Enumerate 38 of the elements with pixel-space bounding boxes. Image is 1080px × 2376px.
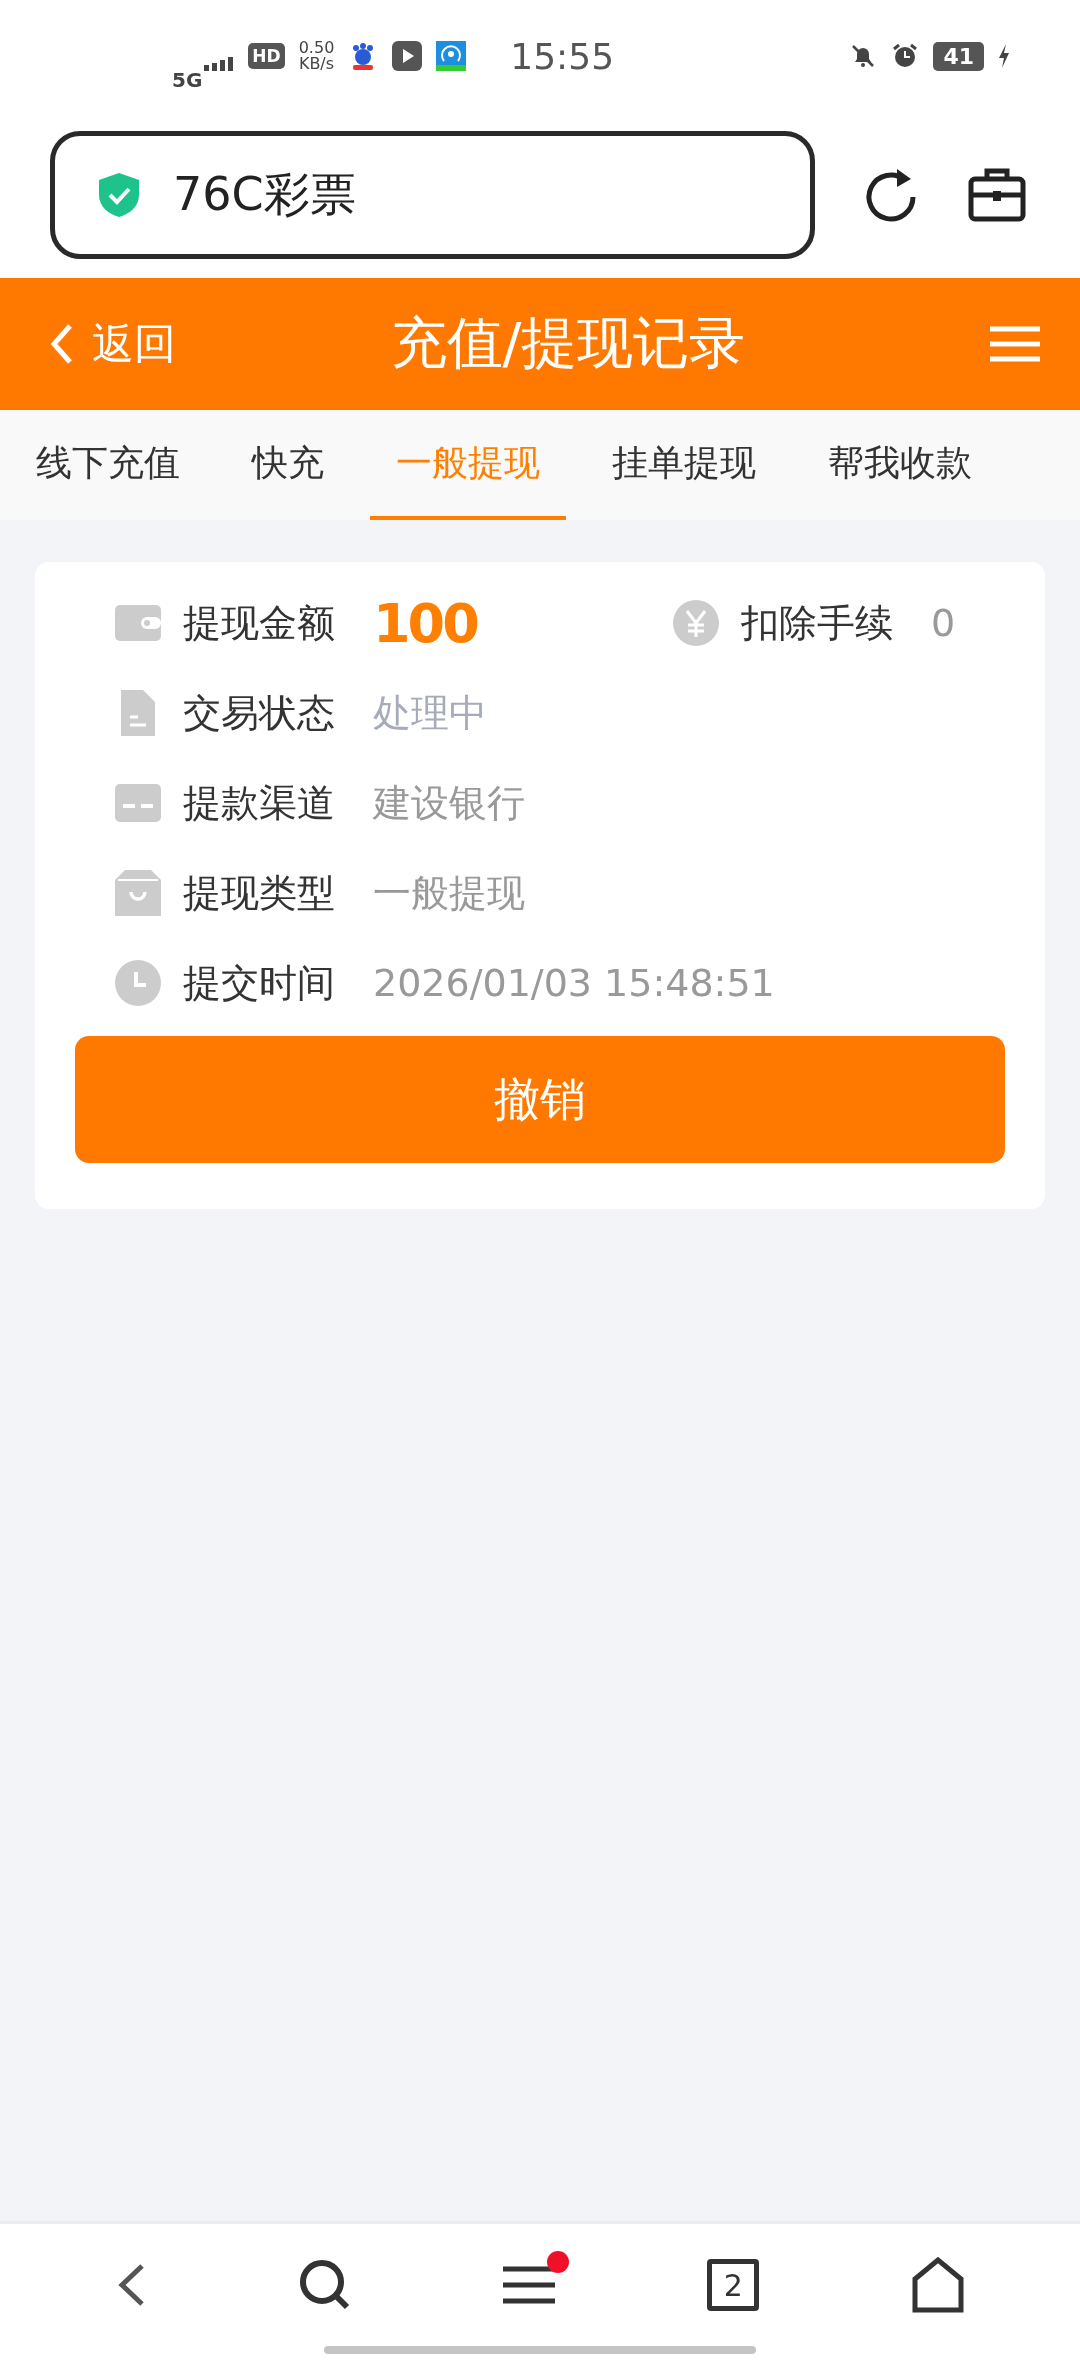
tab[interactable]: 线下充值 <box>10 410 206 520</box>
field-label: 提交时间 <box>183 959 336 1007</box>
field-value: 一般提现 <box>373 869 525 917</box>
tab[interactable]: 挂单提现 <box>586 410 782 520</box>
page-title: 充值/提现记录 <box>390 309 746 377</box>
chevron-left-icon <box>50 322 74 366</box>
yen-coin-icon <box>673 600 719 646</box>
field-value: 建设银行 <box>373 779 525 827</box>
address-field[interactable]: 76C彩票 <box>50 131 815 259</box>
tab[interactable]: 快充 <box>226 410 350 520</box>
field-value: 处理中 <box>373 689 487 737</box>
hd-badge: HD <box>248 43 285 69</box>
wifi-app-icon <box>436 41 467 71</box>
bag-icon <box>115 870 161 916</box>
alarm-icon <box>891 42 920 70</box>
clock-icon <box>115 960 161 1006</box>
signal-icon <box>204 57 235 71</box>
field-label: 交易状态 <box>183 689 336 737</box>
fee-value: 0 <box>931 601 956 645</box>
clock-time: 15:55 <box>510 35 615 77</box>
shield-check-icon <box>99 173 139 217</box>
charging-icon <box>998 44 1010 68</box>
amount-value: 100 <box>373 591 479 655</box>
menu-icon[interactable] <box>502 2265 555 2305</box>
play-app-icon <box>392 41 423 71</box>
search-icon[interactable] <box>298 2259 351 2311</box>
network-label: 5G <box>172 68 203 92</box>
network-speed: 0.50 <box>298 40 335 56</box>
field-value: 2026/01/03 15:48:51 <box>373 961 775 1005</box>
speed-unit: KB/s <box>298 56 335 72</box>
battery-level: 41 <box>933 41 984 71</box>
tab-count-button[interactable]: 2 <box>707 2259 760 2311</box>
field-label: 提款渠道 <box>183 779 336 827</box>
fee-label: 扣除手续 <box>741 599 894 647</box>
tab[interactable]: 帮我收款 <box>802 410 998 520</box>
amount-label: 提现金额 <box>183 599 336 647</box>
field-label: 提现类型 <box>183 869 336 917</box>
home-icon[interactable] <box>911 2257 964 2313</box>
